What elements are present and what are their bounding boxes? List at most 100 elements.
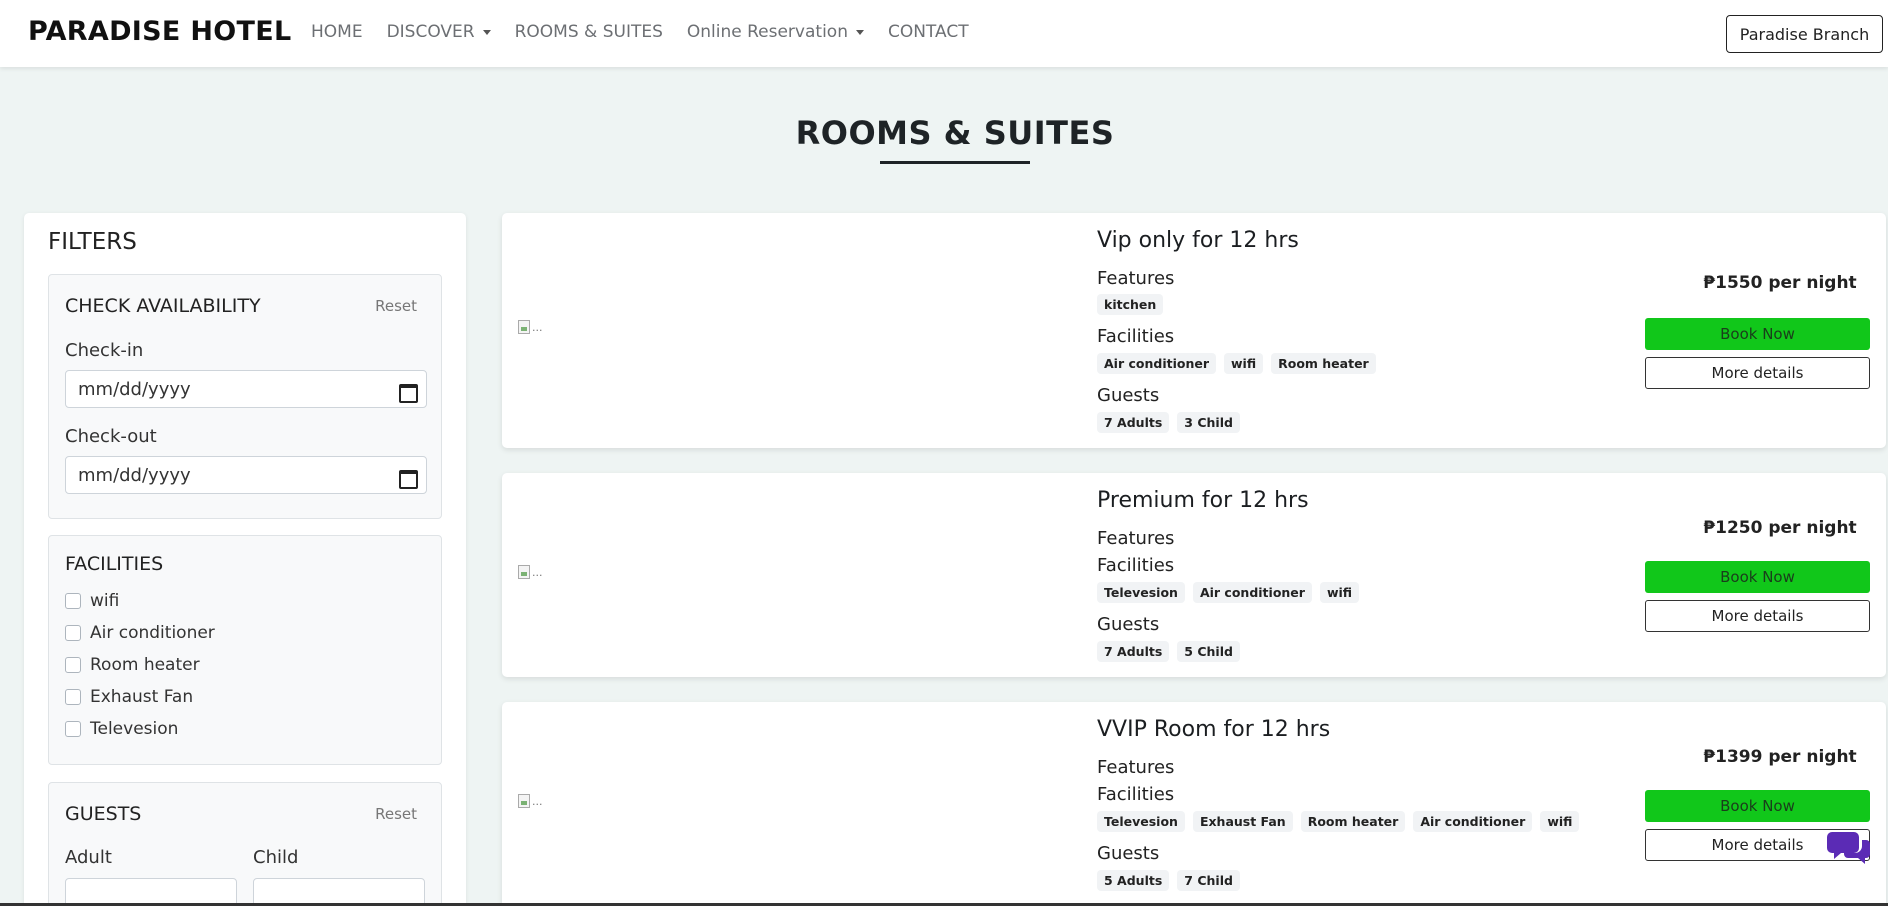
facilities-label: Facilities	[1097, 784, 1175, 805]
guest-badge: 7 Adults	[1097, 641, 1170, 662]
room-image-alt: ...	[532, 320, 543, 334]
facilities-box: FACILITIES wifi Air conditioner Room hea…	[48, 535, 442, 765]
room-price: ₱1550 per night	[1703, 273, 1857, 293]
room-card: ... Vip only for 12 hrs Features kitchen…	[502, 213, 1886, 448]
facility-badge: Exhaust Fan	[1192, 811, 1293, 832]
room-price: ₱1399 per night	[1703, 747, 1857, 767]
check-availability-box: CHECK AVAILABILITY Reset Check-in mm/dd/…	[48, 274, 442, 519]
facilities-badges: Televesion Air conditioner wifi	[1097, 582, 1367, 603]
facility-badge: wifi	[1224, 353, 1264, 374]
broken-image-icon	[518, 320, 530, 334]
guest-badge: 7 Child	[1177, 870, 1240, 891]
facility-label: Exhaust Fan	[90, 687, 194, 707]
facilities-label: Facilities	[1097, 326, 1175, 347]
facility-checkbox[interactable]	[65, 657, 81, 673]
room-card: ... Premium for 12 hrs Features Faciliti…	[502, 473, 1886, 677]
checkin-input[interactable]: mm/dd/yyyy	[65, 370, 427, 408]
more-details-button[interactable]: More details	[1645, 600, 1870, 632]
navbar: PARADISE HOTEL HOME DISCOVER ROOMS & SUI…	[0, 0, 1888, 67]
branch-button[interactable]: Paradise Branch	[1726, 15, 1883, 53]
features-label: Features	[1097, 528, 1175, 549]
facility-checkbox-row[interactable]: Air conditioner	[65, 623, 215, 643]
calendar-icon[interactable]	[399, 468, 418, 489]
book-now-button[interactable]: Book Now	[1645, 790, 1870, 822]
nav-rooms-suites[interactable]: ROOMS & SUITES	[515, 22, 663, 42]
facility-badge: Air conditioner	[1097, 353, 1216, 374]
chat-bubbles-svg	[1827, 832, 1870, 864]
brand-logo[interactable]: PARADISE HOTEL	[28, 16, 291, 47]
facility-badge: wifi	[1540, 811, 1580, 832]
child-input[interactable]	[253, 878, 425, 906]
nav-contact-label: CONTACT	[887, 22, 969, 42]
guests-label: Guests	[1097, 614, 1160, 635]
facility-badge: Air conditioner	[1192, 582, 1312, 603]
checkout-input[interactable]: mm/dd/yyyy	[65, 456, 427, 494]
facility-badge: Room heater	[1300, 811, 1406, 832]
features-badges: kitchen	[1097, 294, 1171, 315]
room-price: ₱1250 per night	[1703, 518, 1857, 538]
room-image-alt: ...	[532, 565, 543, 579]
facility-checkbox-row[interactable]: Televesion	[65, 719, 178, 739]
book-now-button[interactable]: Book Now	[1645, 318, 1870, 350]
nav-discover-label: DISCOVER	[386, 22, 475, 42]
nav-rooms-label: ROOMS & SUITES	[514, 22, 663, 42]
guests-reset-link[interactable]: Reset	[375, 805, 417, 823]
availability-reset-link[interactable]: Reset	[375, 297, 417, 315]
filters-title: FILTERS	[48, 229, 137, 255]
book-now-button[interactable]: Book Now	[1645, 561, 1870, 593]
room-image: ...	[518, 793, 546, 809]
nav-online-reservation[interactable]: Online Reservation	[687, 22, 864, 42]
check-availability-title: CHECK AVAILABILITY	[65, 295, 261, 317]
filters-panel: FILTERS CHECK AVAILABILITY Reset Check-i…	[24, 213, 466, 906]
nav-home[interactable]: HOME	[311, 22, 363, 42]
page-title: ROOMS & SUITES	[795, 114, 1115, 152]
broken-image-icon	[518, 794, 530, 808]
features-label: Features	[1097, 757, 1175, 778]
chat-bubbles-icon[interactable]	[1826, 828, 1872, 868]
features-label: Features	[1097, 268, 1175, 289]
guests-box: GUESTS Reset Adult Child	[48, 782, 442, 906]
more-details-button[interactable]: More details	[1645, 357, 1870, 389]
facilities-label: Facilities	[1097, 555, 1175, 576]
facility-label: Televesion	[90, 719, 179, 739]
facility-checkbox-row[interactable]: Room heater	[65, 655, 200, 675]
guest-badge: 7 Adults	[1097, 412, 1170, 433]
facility-checkbox-row[interactable]: Exhaust Fan	[65, 687, 193, 707]
facility-label: Air conditioner	[90, 623, 215, 643]
facility-checkbox[interactable]	[65, 721, 81, 737]
facility-checkbox[interactable]	[65, 625, 81, 641]
adult-label: Adult	[65, 847, 112, 868]
facilities-badges: Air conditioner wifi Room heater	[1097, 353, 1384, 374]
title-underline	[880, 161, 1030, 164]
facility-badge: Televesion	[1097, 811, 1185, 832]
caret-down-icon	[482, 29, 491, 35]
guests-label: Guests	[1097, 843, 1160, 864]
facility-checkbox[interactable]	[65, 689, 81, 705]
checkout-label: Check-out	[65, 426, 157, 447]
facilities-title: FACILITIES	[65, 553, 164, 575]
checkout-value: mm/dd/yyyy	[78, 464, 191, 486]
guests-title: GUESTS	[65, 803, 142, 825]
facility-label: wifi	[90, 591, 120, 611]
calendar-icon[interactable]	[399, 382, 418, 403]
guests-badges: 7 Adults 5 Child	[1097, 641, 1248, 662]
facility-badge: Air conditioner	[1413, 811, 1533, 832]
feature-badge: kitchen	[1097, 294, 1164, 315]
room-image: ...	[518, 319, 546, 335]
facility-badge: Televesion	[1097, 582, 1185, 603]
nav-discover[interactable]: DISCOVER	[387, 22, 491, 42]
room-image: ...	[518, 564, 546, 580]
caret-down-icon	[855, 29, 864, 35]
facility-label: Room heater	[90, 655, 200, 675]
nav-contact[interactable]: CONTACT	[888, 22, 969, 42]
guests-badges: 5 Adults 7 Child	[1097, 870, 1248, 891]
facility-checkbox[interactable]	[65, 593, 81, 609]
broken-image-icon	[518, 565, 530, 579]
checkin-value: mm/dd/yyyy	[78, 378, 191, 400]
adult-input[interactable]	[65, 878, 237, 906]
facilities-badges: Televesion Exhaust Fan Room heater Air c…	[1097, 811, 1587, 832]
nav-reservation-label: Online Reservation	[686, 22, 848, 42]
facility-badge: wifi	[1319, 582, 1360, 603]
room-name: VVIP Room for 12 hrs	[1097, 717, 1331, 742]
facility-checkbox-row[interactable]: wifi	[65, 591, 119, 611]
